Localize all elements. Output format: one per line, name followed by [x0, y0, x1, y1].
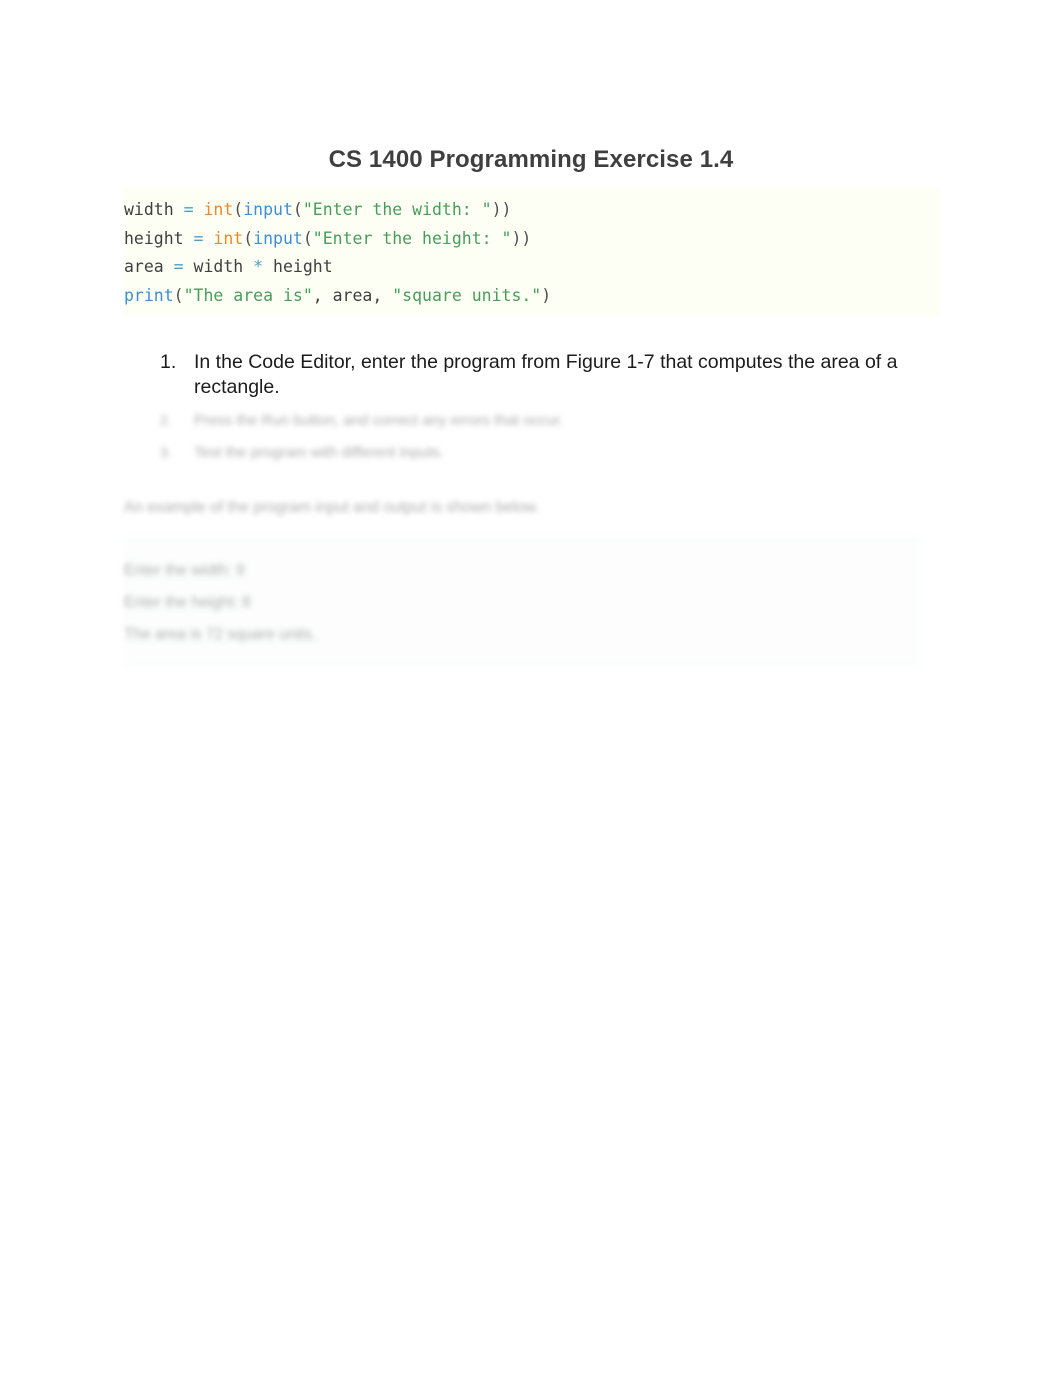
code-token-punct: (	[173, 285, 184, 305]
code-token-op: *	[253, 257, 264, 276]
list-item-label: Press the Run button, and correct any er…	[194, 412, 564, 429]
code-token-func: input	[253, 228, 303, 248]
code-token-str: "square units."	[392, 285, 542, 305]
code-token-plain: area	[124, 257, 174, 276]
code-block: width = int(input("Enter the width: ")) h…	[124, 188, 940, 316]
code-token-str: "Enter the width: "	[302, 200, 492, 219]
page-title: CS 1400 Programming Exercise 1.4	[328, 146, 734, 173]
code-token-plain: height	[263, 257, 333, 276]
program-output-block: Enter the width: 9 Enter the height: 8 The…	[124, 538, 920, 666]
code-token-punct: (	[243, 228, 254, 248]
code-token-punct: (	[233, 200, 244, 219]
list-item-marker: 2.	[160, 412, 172, 428]
code-token-plain: height	[124, 228, 194, 248]
example-intro-paragraph: An example of the program input and outp…	[124, 499, 540, 516]
code-token-op: =	[173, 257, 184, 276]
code-token-func: input	[243, 200, 293, 219]
code-token-str: "Enter the height: "	[312, 228, 512, 248]
code-token-op: =	[183, 200, 194, 219]
program-output-line: The area is 72 square units.	[124, 626, 317, 643]
code-line: height = int(input("Enter the height: ")…	[124, 225, 940, 254]
list-item: 1. In the Code Editor, enter the program …	[124, 350, 940, 400]
code-token-plain: width	[183, 257, 254, 276]
list-item-marker: 1.	[160, 351, 177, 373]
list-item-label: Test the program with different inputs.	[194, 444, 444, 461]
program-output-line: Enter the width: 9	[124, 562, 245, 579]
program-output-line: Enter the height: 8	[124, 594, 251, 611]
list-item-marker: 3.	[160, 444, 172, 460]
code-token-punct: (	[292, 200, 303, 219]
code-line: width = int(input("Enter the width: "))	[124, 196, 940, 225]
list-item: 3. Test the program with different inputs…	[124, 441, 940, 464]
document-page: CS 1400 Programming Exercise 1.4 width =…	[0, 0, 1062, 1377]
code-token-builtin: int	[213, 228, 244, 248]
code-line: area = width * height	[124, 253, 940, 282]
code-token-plain: width	[124, 200, 184, 219]
list-item: 2. Press the Run button, and correct any …	[124, 409, 940, 432]
list-item-label: In the Code Editor, enter the program fr…	[194, 351, 898, 398]
task-list: 1. In the Code Editor, enter the program …	[124, 350, 940, 464]
code-token-op: =	[193, 228, 204, 248]
code-token-punct: (	[302, 228, 313, 248]
code-token-punct: ))	[511, 228, 532, 248]
code-line: print("The area is", area, "square units…	[124, 282, 940, 311]
code-token-punct: )	[541, 285, 552, 305]
code-token-builtin: int	[203, 200, 234, 219]
code-token-punct: ))	[491, 200, 512, 219]
code-token-str: "The area is"	[183, 285, 313, 305]
code-token-func: print	[124, 285, 174, 305]
code-token-plain: , area,	[312, 285, 393, 305]
